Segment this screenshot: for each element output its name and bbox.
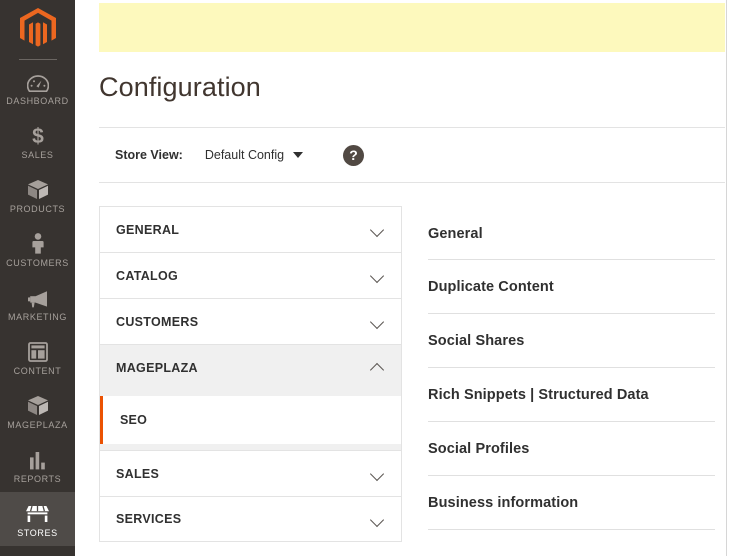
config-section-mageplaza: MAGEPLAZA SEO bbox=[99, 344, 402, 450]
dashboard-gauge-icon bbox=[26, 70, 49, 92]
sidebar-item-label: MAGEPLAZA bbox=[7, 419, 68, 430]
sidebar-item-label: SALES bbox=[21, 149, 54, 160]
sidebar-item-label: STORES bbox=[17, 527, 58, 538]
config-section-title: SALES bbox=[116, 466, 160, 481]
config-body: GENERAL CATALOG CUSTOMERS MAGEPLAZA SEO … bbox=[99, 206, 725, 542]
config-subitem-seo[interactable]: SEO bbox=[100, 396, 401, 444]
sidebar-item-label: CUSTOMERS bbox=[6, 257, 69, 268]
section-item-duplicate-content[interactable]: Duplicate Content bbox=[428, 260, 715, 314]
admin-page: DASHBOARD $ SALES PRODUCTS CUSTOMERS MAR… bbox=[0, 0, 735, 556]
config-subitem-label: SEO bbox=[120, 413, 147, 427]
sidebar-item-label: REPORTS bbox=[13, 473, 62, 484]
section-item-label: Rich Snippets | Structured Data bbox=[428, 386, 649, 403]
config-section-title: SERVICES bbox=[116, 512, 182, 526]
main-content: Configuration Store View: Default Config… bbox=[75, 0, 735, 556]
config-section-header[interactable]: SALES bbox=[99, 450, 402, 496]
storefront-icon bbox=[25, 502, 50, 524]
layout-page-icon bbox=[27, 340, 48, 362]
sidebar-item-content[interactable]: CONTENT bbox=[0, 330, 75, 384]
chevron-down-icon bbox=[293, 152, 304, 158]
config-section-sales: SALES bbox=[99, 450, 402, 496]
sidebar-item-label: PRODUCTS bbox=[9, 203, 66, 214]
box-icon bbox=[27, 178, 49, 200]
megaphone-icon bbox=[27, 286, 49, 308]
chevron-down-icon bbox=[371, 467, 384, 480]
store-view-label: Store View: bbox=[115, 148, 183, 162]
config-subsection-list: SEO bbox=[99, 390, 402, 450]
sidebar-item-reports[interactable]: REPORTS bbox=[0, 438, 75, 492]
config-section-title: CATALOG bbox=[116, 268, 179, 283]
config-section-header[interactable]: MAGEPLAZA bbox=[99, 344, 402, 390]
chevron-down-icon bbox=[371, 315, 384, 328]
sidebar-item-sales[interactable]: $ SALES bbox=[0, 114, 75, 168]
config-section-general: GENERAL bbox=[99, 206, 402, 252]
config-section-customers: CUSTOMERS bbox=[99, 298, 402, 344]
dollar-sign-icon: $ bbox=[30, 124, 46, 146]
sidebar-item-customers[interactable]: CUSTOMERS bbox=[0, 222, 75, 276]
person-icon bbox=[31, 232, 45, 254]
config-section-catalog: CATALOG bbox=[99, 252, 402, 298]
store-switcher-row: Store View: Default Config ? bbox=[99, 127, 725, 183]
config-section-header[interactable]: SERVICES bbox=[99, 496, 402, 542]
sidebar-item-mageplaza[interactable]: MAGEPLAZA bbox=[0, 384, 75, 438]
section-item-general[interactable]: General bbox=[428, 206, 715, 260]
section-item-label: Duplicate Content bbox=[428, 278, 554, 295]
bar-chart-icon bbox=[28, 448, 48, 470]
box-icon bbox=[27, 394, 49, 416]
sidebar-item-products[interactable]: PRODUCTS bbox=[0, 168, 75, 222]
store-view-select[interactable]: Default Config bbox=[204, 148, 304, 162]
sidebar-item-marketing[interactable]: MARKETING bbox=[0, 276, 75, 330]
page-title: Configuration bbox=[99, 72, 261, 102]
magento-logo[interactable] bbox=[0, 0, 75, 56]
chevron-down-icon bbox=[371, 269, 384, 282]
config-section-header[interactable]: CATALOG bbox=[99, 252, 402, 298]
section-item-label: Business information bbox=[428, 494, 579, 511]
magento-logo-icon bbox=[19, 8, 56, 47]
sidebar-item-label: MARKETING bbox=[8, 311, 67, 322]
svg-text:$: $ bbox=[32, 125, 44, 146]
page-scrollbar[interactable] bbox=[726, 0, 735, 556]
sidebar-item-stores[interactable]: STORES bbox=[0, 492, 75, 546]
config-section-title: GENERAL bbox=[116, 222, 180, 237]
section-item-business-information[interactable]: Business information bbox=[428, 476, 715, 530]
chevron-down-icon bbox=[371, 513, 384, 526]
config-section-services: SERVICES bbox=[99, 496, 402, 542]
question-mark-icon[interactable]: ? bbox=[343, 144, 365, 166]
section-item-label: General bbox=[428, 225, 483, 242]
config-section-panel: General Duplicate Content Social Shares … bbox=[428, 206, 725, 530]
sidebar-item-label: CONTENT bbox=[13, 365, 62, 376]
sidebar-item-label: DASHBOARD bbox=[6, 95, 69, 106]
config-section-title: MAGEPLAZA bbox=[116, 360, 198, 375]
section-item-label: Social Shares bbox=[428, 332, 525, 349]
page-title-bar: Configuration bbox=[75, 52, 735, 118]
sidebar-item-dashboard[interactable]: DASHBOARD bbox=[0, 60, 75, 114]
section-item-label: Social Profiles bbox=[428, 440, 530, 457]
config-nav: GENERAL CATALOG CUSTOMERS MAGEPLAZA SEO … bbox=[99, 206, 402, 542]
admin-sidebar: DASHBOARD $ SALES PRODUCTS CUSTOMERS MAR… bbox=[0, 0, 75, 556]
config-section-header[interactable]: CUSTOMERS bbox=[99, 298, 402, 344]
store-view-value: Default Config bbox=[204, 148, 285, 162]
chevron-down-icon bbox=[371, 223, 384, 236]
section-item-social-shares[interactable]: Social Shares bbox=[428, 314, 715, 368]
section-item-rich-snippets[interactable]: Rich Snippets | Structured Data bbox=[428, 368, 715, 422]
config-section-title: CUSTOMERS bbox=[116, 314, 199, 329]
notification-banner bbox=[99, 3, 725, 52]
config-section-header[interactable]: GENERAL bbox=[99, 206, 402, 252]
chevron-up-icon bbox=[371, 361, 384, 374]
section-item-social-profiles[interactable]: Social Profiles bbox=[428, 422, 715, 476]
